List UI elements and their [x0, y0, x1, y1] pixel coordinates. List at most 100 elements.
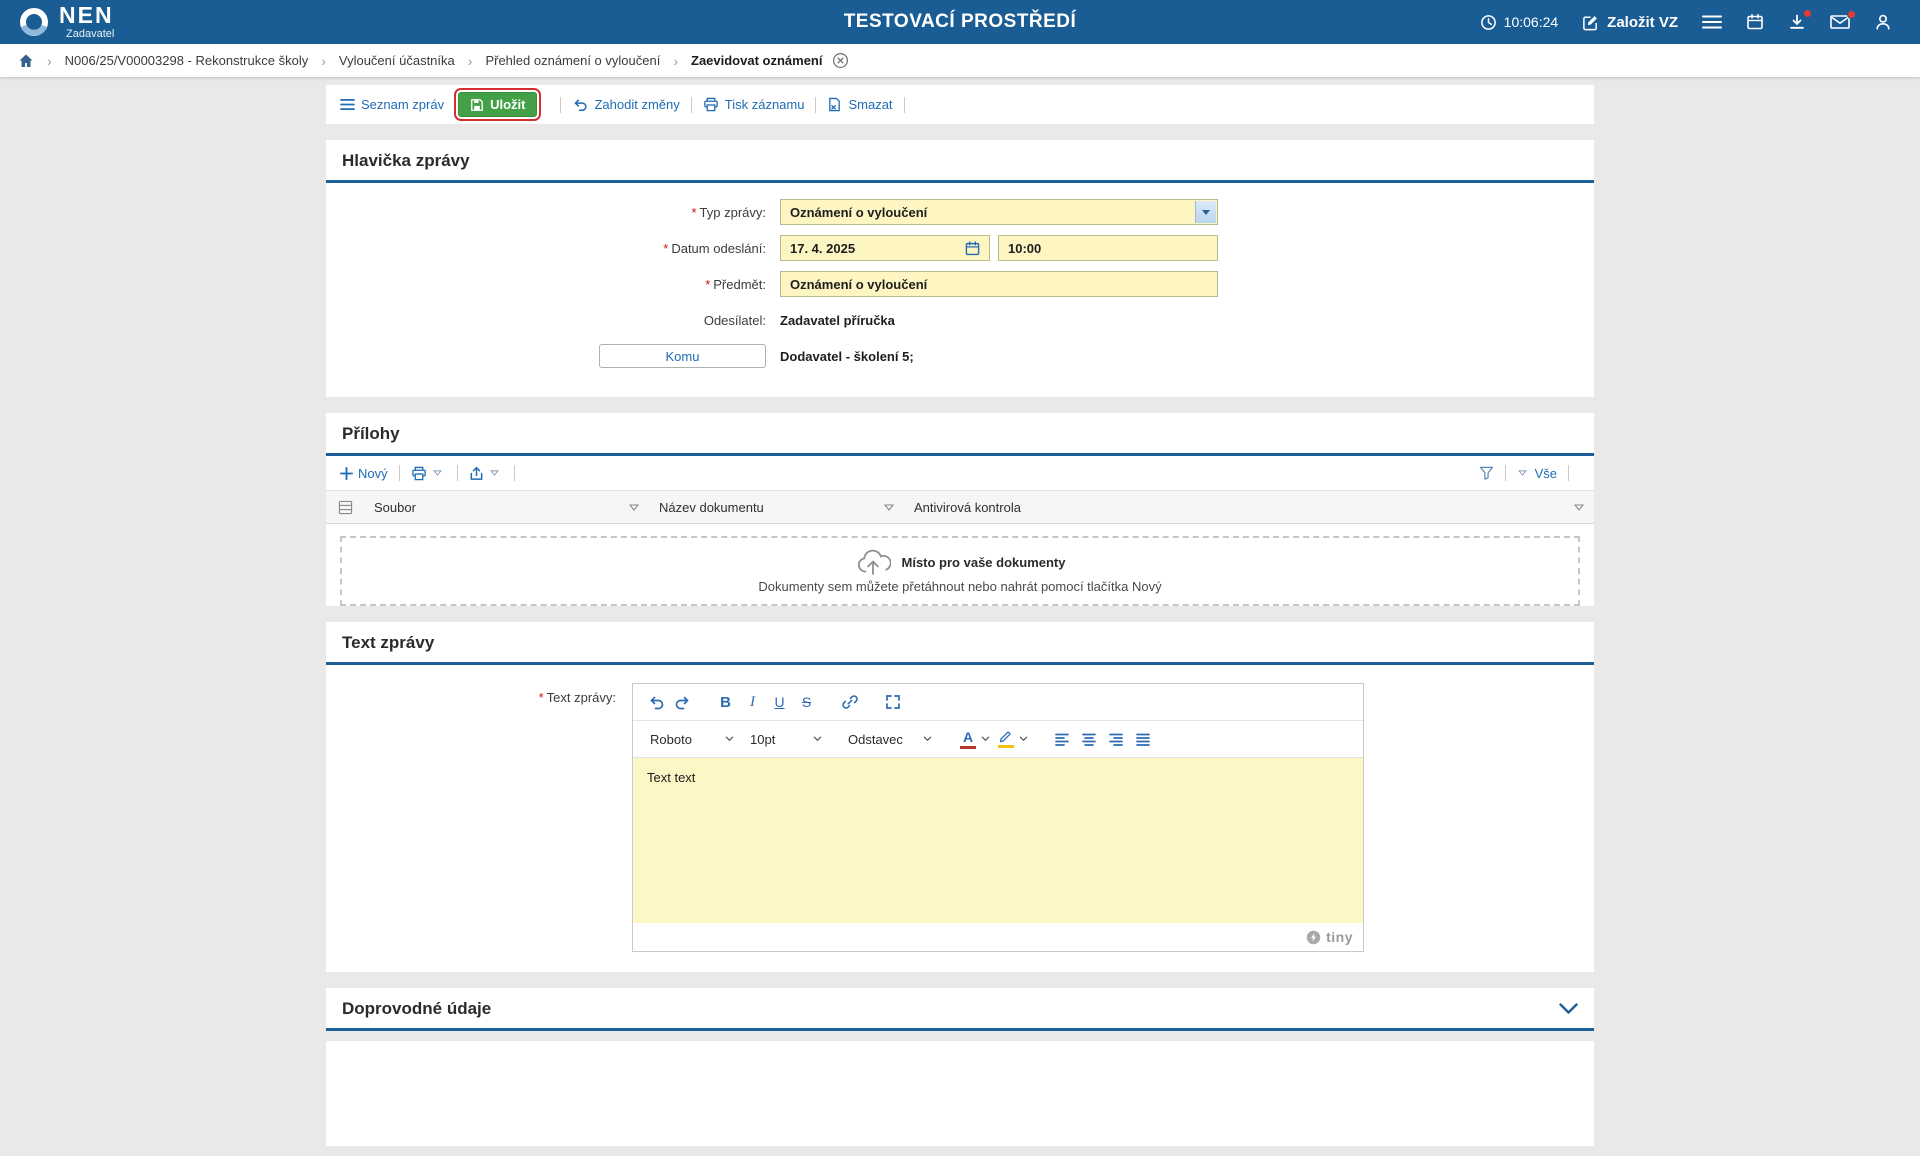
hamburger-icon [1702, 14, 1722, 30]
block-format-dropdown[interactable]: Odstavec [840, 725, 940, 753]
send-time-input[interactable]: 10:00 [998, 235, 1218, 261]
brand-role: Zadavatel [66, 29, 114, 40]
calendar-icon [1746, 13, 1764, 31]
section-title: Doprovodné údaje [342, 999, 491, 1019]
font-family-dropdown[interactable]: Roboto [642, 725, 742, 753]
new-attachment-button[interactable]: Nový [340, 466, 388, 481]
form-row-recipient: Komu Dodavatel - školení 5; [326, 343, 1594, 369]
redo-icon[interactable] [669, 689, 696, 716]
discard-changes-label: Zahodit změny [594, 97, 679, 112]
block-format-value: Odstavec [848, 732, 903, 747]
font-color-swatch [960, 746, 976, 749]
fullscreen-icon[interactable] [879, 689, 906, 716]
link-icon[interactable] [836, 689, 863, 716]
message-list-button[interactable]: Seznam zpráv [340, 97, 444, 112]
close-icon[interactable] [832, 52, 849, 69]
export-button[interactable] [469, 466, 503, 481]
toolbar-divider [560, 97, 561, 113]
section-attachments: Přílohy Nový [326, 413, 1594, 606]
breadcrumb-separator [47, 53, 52, 69]
discard-changes-button[interactable]: Zahodit změny [572, 97, 679, 112]
clock-icon [1480, 14, 1497, 31]
nen-logo[interactable]: NEN Zadavatel [18, 4, 114, 40]
chevron-down-icon[interactable] [1195, 201, 1216, 223]
breadcrumb-item-contract[interactable]: N006/25/V00003298 - Rekonstrukce školy [65, 53, 309, 68]
downloads-button[interactable] [1788, 13, 1806, 31]
font-family-value: Roboto [650, 732, 692, 747]
menu-button[interactable] [1702, 14, 1722, 30]
underline-icon[interactable]: U [766, 689, 793, 716]
printer-icon [703, 97, 719, 112]
main-content: Seznam zpráv Uložit Zahodit změny Tisk z… [326, 85, 1594, 1146]
align-right-icon[interactable] [1102, 726, 1129, 753]
bold-icon[interactable]: B [712, 689, 739, 716]
filter-icon[interactable] [1479, 466, 1494, 480]
print-grid-button[interactable] [411, 466, 446, 481]
profile-button[interactable] [1874, 13, 1892, 31]
dropzone-subtitle: Dokumenty sem můžete přetáhnout nebo nah… [758, 579, 1161, 594]
column-filter-icon[interactable] [884, 504, 894, 511]
recipient-button-label: Komu [666, 349, 700, 364]
recipient-button[interactable]: Komu [599, 344, 766, 368]
toolbar-divider [514, 465, 515, 481]
breadcrumb-item-exclusion[interactable]: Vyloučení účastníka [339, 53, 455, 68]
column-filter-icon[interactable] [1574, 504, 1584, 511]
home-icon[interactable] [18, 53, 34, 69]
breadcrumb-separator [321, 53, 326, 69]
strikethrough-icon[interactable]: S [793, 689, 820, 716]
save-label: Uložit [490, 97, 525, 112]
highlight-color-button[interactable] [994, 731, 1018, 748]
type-label: Typ zprávy: [700, 205, 766, 220]
print-record-button[interactable]: Tisk záznamu [703, 97, 805, 112]
chevron-down-icon[interactable] [1019, 736, 1028, 742]
form-row-date: Datum odeslání: 17. 4. 2025 10:00 [326, 235, 1594, 261]
toolbar-divider [1568, 465, 1569, 481]
tiny-logo-icon [1306, 930, 1321, 945]
column-label: Název dokumentu [659, 500, 764, 515]
align-justify-icon[interactable] [1129, 726, 1156, 753]
column-filter-icon[interactable] [629, 504, 639, 511]
attachments-dropzone[interactable]: Místo pro vaše dokumenty Dokumenty sem m… [340, 536, 1580, 606]
form-row-subject: Předmět: Oznámení o vyloučení [326, 271, 1594, 297]
send-date-input[interactable]: 17. 4. 2025 [780, 235, 990, 261]
undo-icon[interactable] [642, 689, 669, 716]
font-size-dropdown[interactable]: 10pt [742, 725, 830, 753]
calendar-button[interactable] [1746, 13, 1764, 31]
calendar-picker-icon[interactable] [965, 241, 980, 256]
column-header-nazev[interactable]: Název dokumentu [649, 491, 904, 523]
section-title: Text zprávy [342, 633, 434, 653]
brand-name: NEN [59, 4, 114, 27]
create-vz-button[interactable]: Založit VZ [1582, 14, 1678, 31]
chevron-down-icon[interactable] [490, 470, 499, 476]
italic-icon[interactable]: I [739, 689, 766, 716]
recipient-value: Dodavatel - školení 5; [780, 349, 914, 364]
filter-preset-all[interactable]: Vše [1535, 466, 1557, 481]
delete-document-icon [827, 97, 842, 112]
messages-button[interactable] [1830, 14, 1850, 30]
filter-preset-chevron-icon[interactable] [1518, 470, 1527, 476]
chevron-down-icon[interactable] [433, 470, 442, 476]
save-button[interactable]: Uložit [458, 92, 537, 117]
breadcrumb-separator [468, 53, 473, 69]
collapse-chevron-icon[interactable] [1559, 1003, 1578, 1015]
column-header-antivir[interactable]: Antivirová kontrola [904, 491, 1594, 523]
message-type-select[interactable]: Oznámení o vyloučení [780, 199, 1218, 225]
delete-button[interactable]: Smazat [827, 97, 892, 112]
column-header-soubor[interactable]: Soubor [364, 491, 649, 523]
highlight-color-swatch [998, 745, 1014, 748]
nen-logo-icon [18, 6, 50, 38]
align-left-icon[interactable] [1048, 726, 1075, 753]
section-message-header: Hlavička zprávy Typ zprávy: Oznámení o v… [326, 140, 1594, 397]
font-color-button[interactable]: A [956, 730, 980, 749]
subject-input[interactable]: Oznámení o vyloučení [780, 271, 1218, 297]
breadcrumb-item-overview[interactable]: Přehled oznámení o vyloučení [485, 53, 660, 68]
toolbar-divider [691, 97, 692, 113]
align-center-icon[interactable] [1075, 726, 1102, 753]
chevron-down-icon[interactable] [981, 736, 990, 742]
list-icon [340, 98, 355, 111]
editor-content-area[interactable]: Text text [633, 758, 1363, 923]
column-label: Antivirová kontrola [914, 500, 1021, 515]
grid-settings-cell[interactable] [326, 491, 364, 523]
session-clock: 10:06:24 [1480, 14, 1559, 31]
subject-label: Předmět: [713, 277, 766, 292]
